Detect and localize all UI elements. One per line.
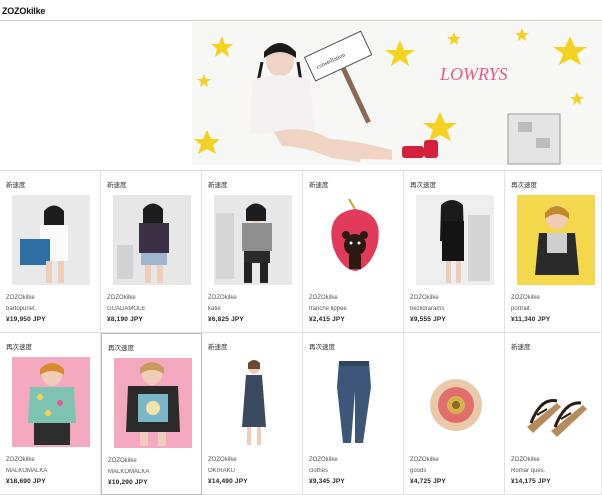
hero-banner[interactable]: constellation LOWRYS xyxy=(192,22,602,165)
product-brand: ZOZOkilke xyxy=(511,457,540,463)
denim-jeans-thumbnail[interactable] xyxy=(315,357,393,447)
restock-badge: 再次速度 xyxy=(6,344,32,351)
strappy-sandals-thumbnail[interactable] xyxy=(517,357,595,447)
product-name[interactable]: katie xyxy=(208,306,298,312)
restock-badge: 再次速度 xyxy=(410,182,436,189)
product-name[interactable]: GUADAMOLE xyxy=(107,306,197,312)
model-with-bag-thumbnail[interactable] xyxy=(12,195,90,285)
product-price: ¥10,290 JPY xyxy=(108,479,148,486)
product-name[interactable]: goods xyxy=(410,468,500,474)
product-name[interactable]: franche lippee xyxy=(309,306,399,312)
product-name[interactable]: MALKOMALKA xyxy=(6,468,96,474)
restock-badge: 再次速度 xyxy=(511,182,537,189)
model-navy-dress-thumbnail[interactable] xyxy=(214,357,292,447)
product-brand: ZOZOkilke xyxy=(6,457,35,463)
model-yellow-bg-thumbnail[interactable] xyxy=(517,195,595,285)
product-price: ¥14,175 JPY xyxy=(511,478,551,485)
product-brand: ZOZOkilke xyxy=(208,295,237,301)
product-brand: ZOZOkilke xyxy=(108,458,137,464)
restock-badge: 再次速度 xyxy=(309,344,335,351)
strawberry-bear-charm-thumbnail[interactable] xyxy=(315,195,393,285)
model-dark-top-thumbnail[interactable] xyxy=(113,195,191,285)
product-name[interactable]: bezlidrarams xyxy=(410,306,500,312)
product-price: ¥11,340 JPY xyxy=(511,316,551,323)
product-price: ¥18,690 JPY xyxy=(6,478,46,485)
product-card[interactable]: 新速度 ZOZOkilke katie ¥6,825 JPY xyxy=(202,171,303,333)
product-price: ¥19,950 JPY xyxy=(6,316,46,323)
product-price: ¥2,415 JPY xyxy=(309,316,345,323)
restock-badge: 再次速度 xyxy=(108,345,134,352)
new-arrival-badge: 新速度 xyxy=(107,182,127,189)
product-brand: ZOZOkilke xyxy=(410,457,439,463)
lace-corsage-thumbnail[interactable] xyxy=(416,357,494,447)
product-card[interactable]: 再次速度 ZOZOkilke portrait. ¥11,340 JPY xyxy=(505,171,602,333)
model-black-dress-thumbnail[interactable] xyxy=(416,195,494,285)
product-name[interactable]: clothes xyxy=(309,468,399,474)
product-card[interactable]: 新速度 ZOZOkilke Romar ques. ¥14,175 JPY xyxy=(505,333,602,495)
model-print-tee-thumbnail[interactable] xyxy=(114,358,192,448)
product-card[interactable]: 新速度 ZOZOkilke bartopunet. ¥19,950 JPY xyxy=(0,171,101,333)
hero-banner-illustration: constellation LOWRYS xyxy=(194,28,587,165)
product-card[interactable]: 再次速度 ZOZOkilke MALKOMALKA ¥18,690 JPY xyxy=(0,333,101,495)
new-arrival-badge: 新速度 xyxy=(208,182,228,189)
new-arrival-badge: 新速度 xyxy=(309,182,329,189)
product-card[interactable]: 再次速度 ZOZOkilke bezlidrarams ¥9,555 JPY xyxy=(404,171,505,333)
model-grey-tee-thumbnail[interactable] xyxy=(214,195,292,285)
product-card[interactable]: 新速度 ZOZOkilke OKIRAKU ¥14,490 JPY xyxy=(202,333,303,495)
product-name[interactable]: Romar ques. xyxy=(511,468,601,474)
product-price: ¥8,190 JPY xyxy=(107,316,143,323)
site-logo[interactable]: ZOZOkilke xyxy=(2,6,45,16)
product-price: ¥4,725 JPY xyxy=(410,478,446,485)
product-brand: ZOZOkilke xyxy=(410,295,439,301)
product-name[interactable]: portrait. xyxy=(511,306,601,312)
product-price: ¥14,490 JPY xyxy=(208,478,248,485)
banner-brand-script: LOWRYS xyxy=(439,64,508,84)
product-name[interactable]: bartopunet. xyxy=(6,306,96,312)
product-brand: ZOZOkilke xyxy=(6,295,35,301)
product-card[interactable]: 新速度 ZOZOkilke franche lippee ¥2,415 JPY xyxy=(303,171,404,333)
product-card[interactable]: ZOZOkilke goods ¥4,725 JPY xyxy=(404,333,505,495)
product-price: ¥9,345 JPY xyxy=(309,478,345,485)
product-brand: ZOZOkilke xyxy=(309,295,338,301)
product-brand: ZOZOkilke xyxy=(309,457,338,463)
product-grid: 新速度 ZOZOkilke bartopunet. ¥19,950 JPY 新速… xyxy=(0,170,602,495)
product-card-selected[interactable]: 再次速度 ZOZOkilke MALKOMALKA ¥10,290 JPY xyxy=(101,333,202,495)
product-card[interactable]: 再次速度 ZOZOkilke clothes ¥9,345 JPY xyxy=(303,333,404,495)
product-brand: ZOZOkilke xyxy=(208,457,237,463)
product-brand: ZOZOkilke xyxy=(511,295,540,301)
product-card[interactable]: 新速度 ZOZOkilke GUADAMOLE ¥8,190 JPY xyxy=(101,171,202,333)
product-name[interactable]: MALKOMALKA xyxy=(108,469,198,475)
new-arrival-badge: 新速度 xyxy=(208,344,228,351)
new-arrival-badge: 新速度 xyxy=(511,344,531,351)
model-floral-jacket-thumbnail[interactable] xyxy=(12,357,90,447)
product-price: ¥6,825 JPY xyxy=(208,316,244,323)
site-header: ZOZOkilke xyxy=(0,0,602,21)
product-price: ¥9,555 JPY xyxy=(410,316,446,323)
product-brand: ZOZOkilke xyxy=(107,295,136,301)
product-name[interactable]: OKIRAKU xyxy=(208,468,298,474)
new-arrival-badge: 新速度 xyxy=(6,182,26,189)
